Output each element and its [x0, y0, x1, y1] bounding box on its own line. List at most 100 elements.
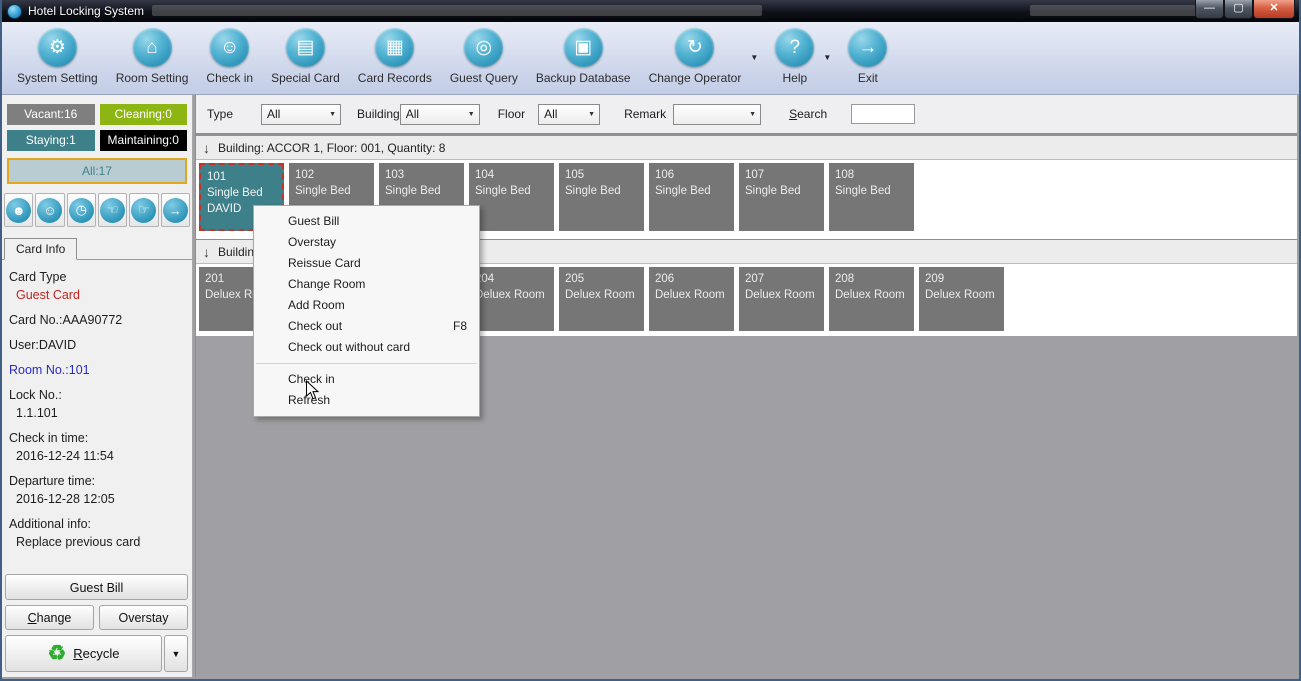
room-type: Single Bed: [565, 183, 638, 199]
minimize-button[interactable]: —: [1195, 0, 1224, 19]
quick-button-user[interactable]: ☻: [4, 193, 33, 227]
room-number: 105: [565, 167, 638, 183]
menu-item-label: Guest Bill: [288, 211, 467, 232]
status-badge-maintaining[interactable]: Maintaining:0: [100, 130, 188, 151]
card-type-value: Guest Card: [9, 288, 185, 302]
floor-select[interactable]: All: [538, 104, 600, 125]
toolbar-button-room-setting[interactable]: ⌂Room Setting: [107, 28, 198, 85]
room-type: Deluex Room: [475, 287, 548, 303]
room-tile-207[interactable]: 207Deluex Room: [739, 267, 824, 331]
toolbar-button-exit[interactable]: →Exit: [839, 28, 896, 85]
maximize-button[interactable]: ▢: [1224, 0, 1253, 19]
change-arrow-icon: ↻: [675, 28, 714, 67]
room-context-menu: Guest BillOverstayReissue CardChange Roo…: [253, 205, 480, 417]
menu-item-label: Change Room: [288, 274, 467, 295]
room-tile-205[interactable]: 205Deluex Room: [559, 267, 644, 331]
quick-button-arrow-right[interactable]: →: [161, 193, 190, 227]
type-select[interactable]: All: [261, 104, 341, 125]
dropdown-arrow-icon[interactable]: ▼: [750, 53, 758, 62]
users-icon: ☺: [37, 198, 62, 223]
toolbar-button-guest-query[interactable]: ◎Guest Query: [441, 28, 527, 85]
dropdown-arrow-icon[interactable]: ▼: [823, 53, 831, 62]
room-tile-208[interactable]: 208Deluex Room: [829, 267, 914, 331]
quick-button-alarm-clock[interactable]: ◷: [67, 193, 96, 227]
menu-item-reissue-card[interactable]: Reissue Card: [254, 253, 479, 274]
toolbar-button-card-records[interactable]: ▦Card Records: [349, 28, 441, 85]
toolbar-button-special-card[interactable]: ▤Special Card: [262, 28, 349, 85]
room-tile-104[interactable]: 104Single Bed: [469, 163, 554, 231]
search-input[interactable]: [851, 104, 915, 124]
quick-button-hand-right[interactable]: ☞: [129, 193, 158, 227]
menu-item-check-out-without-card[interactable]: Check out without card: [254, 337, 479, 358]
building-select-value: All: [406, 107, 479, 121]
room-type: Deluex Room: [925, 287, 998, 303]
room-tile-105[interactable]: 105Single Bed: [559, 163, 644, 231]
menu-item-add-room[interactable]: Add Room: [254, 295, 479, 316]
recycle-hotkey: R: [73, 646, 82, 661]
toolbar-button-system-setting[interactable]: ⚙System Setting: [8, 28, 107, 85]
toolbar-button-backup-database[interactable]: ▣Backup Database: [527, 28, 640, 85]
toolbar-button-help[interactable]: ?Help▼: [766, 28, 823, 85]
room-tile-209[interactable]: 209Deluex Room: [919, 267, 1004, 331]
room-tile-107[interactable]: 107Single Bed: [739, 163, 824, 231]
menu-item-shortcut: F8: [453, 316, 467, 337]
menu-item-check-in[interactable]: Check in: [254, 369, 479, 390]
toolbar-button-check-in[interactable]: ☺Check in: [197, 28, 262, 85]
quick-button-users[interactable]: ☺: [35, 193, 64, 227]
window-title: Hotel Locking System: [28, 4, 144, 18]
window-controls: — ▢ ✕: [1195, 0, 1295, 19]
recycle-dropdown-button[interactable]: ▼: [164, 635, 188, 672]
room-type: Single Bed: [655, 183, 728, 199]
building-select[interactable]: All: [400, 104, 480, 125]
status-badge-all[interactable]: All:17: [7, 158, 187, 184]
question-icon: ?: [775, 28, 814, 67]
id-card-icon: ▤: [286, 28, 325, 67]
status-badge-vacant[interactable]: Vacant:16: [7, 104, 95, 125]
tab-card-info[interactable]: Card Info: [4, 238, 77, 260]
section-header-1[interactable]: ↓Building: ACCOR 1, Floor: 001, Quantity…: [196, 135, 1297, 160]
room-tile-106[interactable]: 106Single Bed: [649, 163, 734, 231]
menu-item-guest-bill[interactable]: Guest Bill: [254, 211, 479, 232]
room-number: 208: [835, 271, 908, 287]
down-arrow-icon: ↓: [203, 140, 210, 156]
room-type: Deluex Room: [745, 287, 818, 303]
room-number: 101: [207, 169, 276, 185]
menu-item-refresh[interactable]: Refresh: [254, 390, 479, 411]
guest-bill-button[interactable]: Guest Bill: [5, 574, 188, 600]
menu-item-label: Add Room: [288, 295, 467, 316]
status-badge-cleaning[interactable]: Cleaning:0: [100, 104, 188, 125]
menu-item-overstay[interactable]: Overstay: [254, 232, 479, 253]
toolbar-button-label: Room Setting: [116, 71, 189, 85]
toolbar-button-label: Exit: [858, 71, 878, 85]
toolbar-button-change-operator[interactable]: ↻Change Operator▼: [640, 28, 751, 85]
recycle-button[interactable]: ♻ Recycle: [5, 635, 162, 672]
room-tile-108[interactable]: 108Single Bed: [829, 163, 914, 231]
room-type: Single Bed: [207, 185, 276, 201]
room-tile-206[interactable]: 206Deluex Room: [649, 267, 734, 331]
room-type: Single Bed: [385, 183, 458, 199]
sidebar-actions: Guest Bill Change Room Overstay ♻ Recycl…: [5, 574, 188, 672]
user-icon: ☻: [6, 198, 31, 223]
change-room-button[interactable]: Change Room: [5, 605, 94, 630]
additional-info-value: Replace previous card: [9, 535, 185, 549]
search-label-rest: earch: [797, 107, 827, 121]
menu-item-label: Check out without card: [288, 337, 467, 358]
sidebar: Vacant:16Cleaning:0Staying:1Maintaining:…: [2, 95, 193, 677]
status-badge-staying[interactable]: Staying:1: [7, 130, 95, 151]
remark-select[interactable]: [673, 104, 761, 125]
room-number: 106: [655, 167, 728, 183]
app-window: Hotel Locking System — ▢ ✕ ⚙System Setti…: [0, 0, 1301, 681]
change-room-hotkey: C: [28, 611, 37, 625]
menu-separator: [256, 363, 477, 364]
quick-button-hand-left[interactable]: ☜: [98, 193, 127, 227]
toolbar-button-label: Help: [782, 71, 807, 85]
menu-item-check-out[interactable]: Check outF8: [254, 316, 479, 337]
hand-right-icon: ☞: [131, 198, 156, 223]
close-button[interactable]: ✕: [1253, 0, 1295, 19]
menu-item-change-room[interactable]: Change Room: [254, 274, 479, 295]
overstay-button[interactable]: Overstay: [99, 605, 188, 630]
card-type-label: Card Type: [9, 270, 185, 284]
room-tile-204[interactable]: 204Deluex Room: [469, 267, 554, 331]
lock-number-value: 1.1.101: [9, 406, 185, 420]
gear-icon: ⚙: [38, 28, 77, 67]
